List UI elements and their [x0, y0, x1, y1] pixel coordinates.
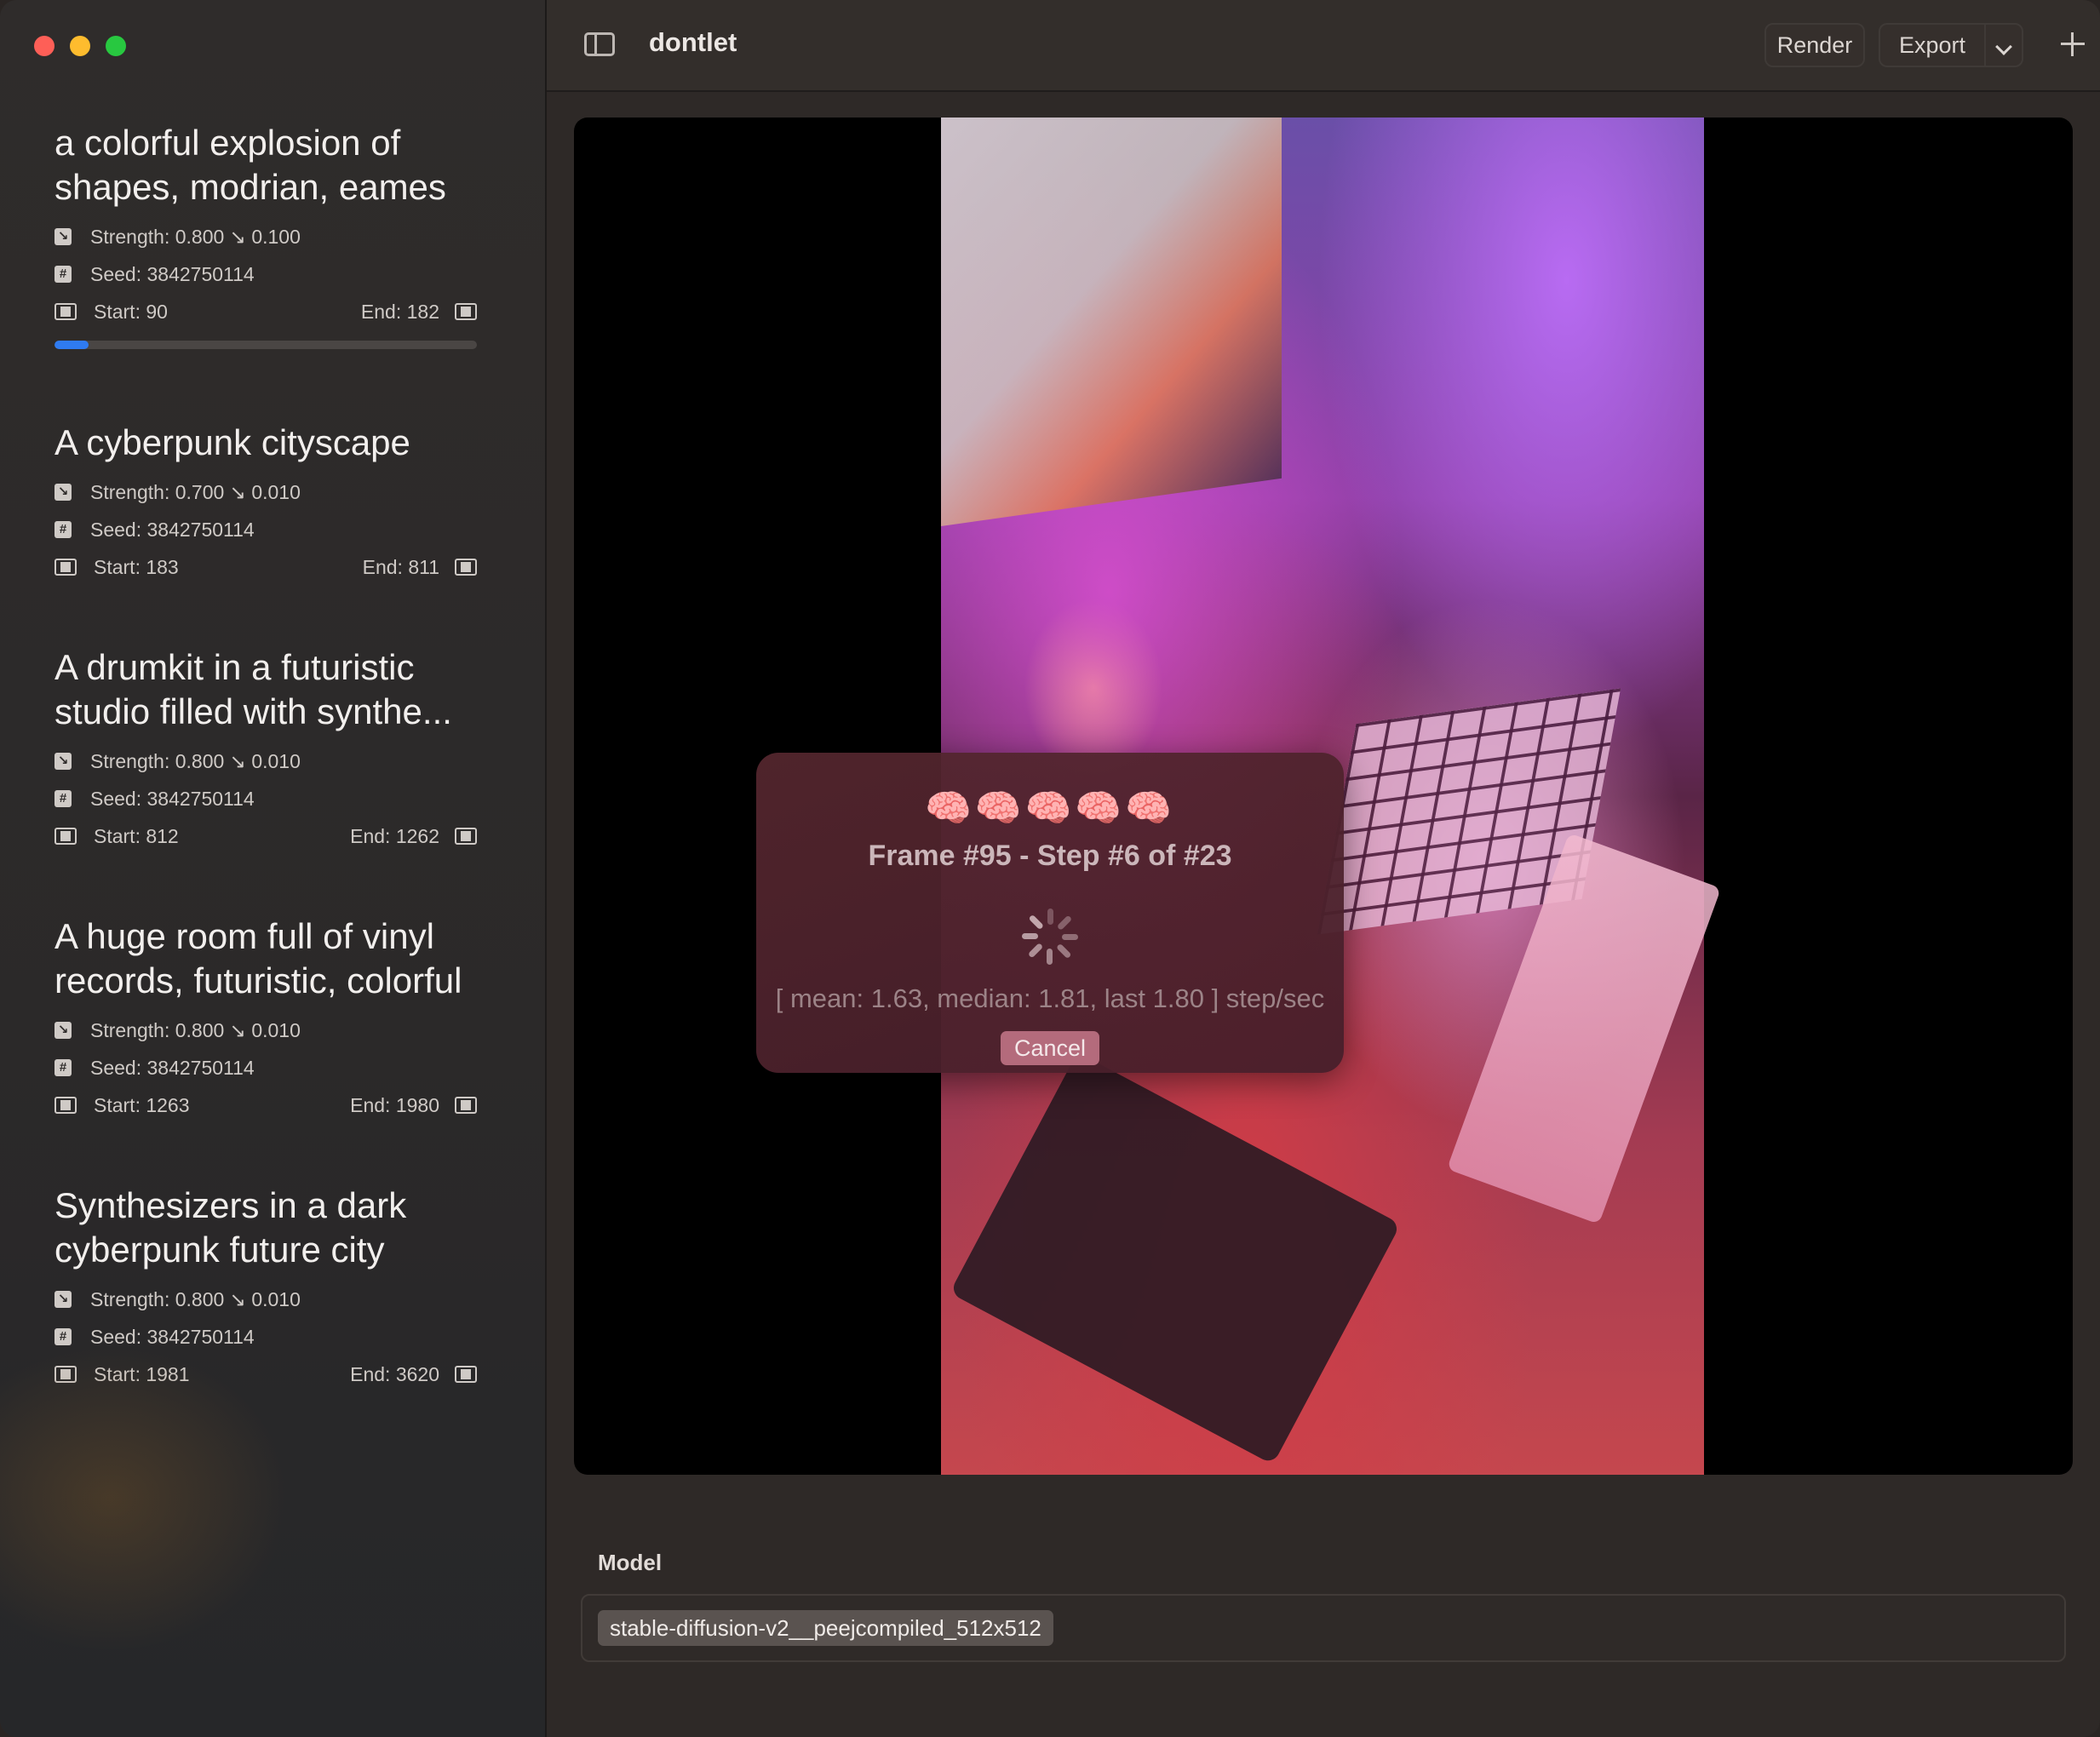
film-icon — [455, 828, 477, 845]
film-icon — [55, 303, 77, 320]
strength-icon: ↘ — [55, 1022, 72, 1039]
film-icon — [455, 1366, 477, 1383]
strength-value: Strength: 0.700 ↘ 0.010 — [90, 480, 301, 503]
minimize-window-button[interactable] — [70, 36, 90, 56]
strength-row: ↘ Strength: 0.800 ↘ 0.010 — [55, 742, 477, 780]
zoom-window-button[interactable] — [106, 36, 126, 56]
film-icon — [455, 1097, 477, 1114]
start-frame: Start: 1263 — [94, 1093, 190, 1116]
prompt-item[interactable]: Synthesizers in a dark cyberpunk future … — [55, 1184, 477, 1393]
strength-value: Strength: 0.800 ↘ 0.010 — [90, 749, 301, 772]
start-frame: Start: 183 — [94, 555, 179, 578]
seed-row: # Seed: 3842750114 — [55, 255, 477, 293]
window-controls — [34, 36, 126, 56]
strength-icon: ↘ — [55, 753, 72, 770]
hash-icon: # — [55, 1059, 72, 1076]
seed-row: # Seed: 3842750114 — [55, 511, 477, 548]
export-button[interactable]: Export — [1879, 23, 1984, 67]
frame-range-row: Start: 183 End: 811 — [55, 548, 477, 586]
strength-value: Strength: 0.800 ↘ 0.010 — [90, 1287, 301, 1310]
toolbar: dontlet Render Export — [547, 0, 2100, 92]
prompt-title: A huge room full of vinyl records, futur… — [55, 916, 462, 1000]
seed-row: # Seed: 3842750114 — [55, 1318, 477, 1356]
seed-value: Seed: 3842750114 — [90, 262, 255, 285]
start-frame: Start: 812 — [94, 824, 179, 847]
spinner-spoke — [1022, 933, 1038, 939]
model-field[interactable]: stable-diffusion-v2__peejcompiled_512x51… — [581, 1594, 2066, 1662]
model-label: Model — [598, 1550, 663, 1575]
seed-value: Seed: 3842750114 — [90, 787, 255, 810]
frame-range-row: Start: 1981 End: 3620 — [55, 1356, 477, 1393]
prompt-item[interactable]: A cyberpunk cityscape ↘ Strength: 0.700 … — [55, 421, 477, 586]
prompt-item[interactable]: a colorful explosion of shapes, modrian,… — [55, 121, 477, 330]
app-window: a colorful explosion of shapes, modrian,… — [0, 0, 2100, 1737]
film-icon — [455, 559, 477, 576]
prompt-title: a colorful explosion of shapes, modrian,… — [55, 123, 446, 207]
spinner-spoke — [1056, 914, 1073, 931]
end-frame: End: 1980 — [350, 1093, 439, 1116]
model-token[interactable]: stable-diffusion-v2__peejcompiled_512x51… — [598, 1610, 1053, 1646]
spinner-spoke — [1028, 914, 1044, 931]
loading-spinner-icon — [1022, 909, 1078, 965]
film-icon — [55, 1097, 77, 1114]
hash-icon: # — [55, 266, 72, 283]
prompt-title: A drumkit in a futuristic studio filled … — [55, 647, 452, 731]
seed-value: Seed: 3842750114 — [90, 1056, 255, 1079]
strength-row: ↘ Strength: 0.800 ↘ 0.010 — [55, 1012, 477, 1049]
strength-icon: ↘ — [55, 484, 72, 501]
frame-range-row: Start: 1263 End: 1980 — [55, 1086, 477, 1124]
chevron-down-icon — [1995, 38, 2012, 55]
spinner-spoke — [1047, 909, 1053, 925]
cancel-button[interactable]: Cancel — [1000, 1031, 1100, 1065]
start-frame: Start: 90 — [94, 300, 168, 323]
brain-emoji-row: 🧠🧠🧠🧠🧠 — [925, 788, 1175, 829]
render-progress-bar — [55, 341, 477, 349]
export-menu-button[interactable] — [1984, 23, 2023, 67]
strength-value: Strength: 0.800 ↘ 0.010 — [90, 1018, 301, 1041]
window-title: dontlet — [649, 27, 737, 57]
end-frame: End: 1262 — [350, 824, 439, 847]
sidebar: a colorful explosion of shapes, modrian,… — [0, 0, 547, 1737]
strength-icon: ↘ — [55, 228, 72, 245]
film-icon — [55, 1366, 77, 1383]
prompt-title: Synthesizers in a dark cyberpunk future … — [55, 1185, 407, 1270]
close-window-button[interactable] — [34, 36, 55, 56]
hash-icon: # — [55, 790, 72, 807]
seed-value: Seed: 3842750114 — [90, 1325, 255, 1348]
render-button[interactable]: Render — [1764, 23, 1865, 67]
seed-row: # Seed: 3842750114 — [55, 1049, 477, 1086]
prompt-item[interactable]: A drumkit in a futuristic studio filled … — [55, 645, 477, 855]
film-icon — [455, 303, 477, 320]
spinner-spoke — [1047, 949, 1053, 965]
strength-row: ↘ Strength: 0.800 ↘ 0.010 — [55, 1281, 477, 1318]
seed-row: # Seed: 3842750114 — [55, 780, 477, 817]
film-icon — [55, 828, 77, 845]
strength-row: ↘ Strength: 0.800 ↘ 0.100 — [55, 218, 477, 255]
frame-step-status: Frame #95 - Step #6 of #23 — [868, 840, 1232, 872]
progress-overlay: 🧠🧠🧠🧠🧠 Frame #95 - Step #6 of #23 [ mean:… — [756, 753, 1344, 1073]
start-frame: Start: 1981 — [94, 1362, 190, 1385]
hash-icon: # — [55, 521, 72, 538]
film-icon — [55, 559, 77, 576]
spinner-spoke — [1027, 943, 1044, 959]
strength-icon: ↘ — [55, 1291, 72, 1308]
strength-value: Strength: 0.800 ↘ 0.100 — [90, 225, 301, 248]
hash-icon: # — [55, 1328, 72, 1345]
end-frame: End: 811 — [362, 555, 439, 578]
end-frame: End: 3620 — [350, 1362, 439, 1385]
strength-row: ↘ Strength: 0.700 ↘ 0.010 — [55, 473, 477, 511]
prompt-title: A cyberpunk cityscape — [55, 422, 410, 462]
spinner-spoke — [1056, 943, 1072, 960]
spinner-spoke — [1062, 934, 1078, 940]
end-frame: End: 182 — [360, 300, 439, 323]
frame-range-row: Start: 90 End: 182 — [55, 293, 477, 330]
step-rate-stats: [ mean: 1.63, median: 1.81, last 1.80 ] … — [775, 983, 1325, 1013]
sidebar-toggle-icon[interactable] — [584, 32, 615, 56]
render-progress-fill — [55, 341, 89, 349]
seed-value: Seed: 3842750114 — [90, 518, 255, 541]
prompt-item[interactable]: A huge room full of vinyl records, futur… — [55, 914, 477, 1124]
plus-icon[interactable] — [2054, 26, 2091, 63]
frame-range-row: Start: 812 End: 1262 — [55, 817, 477, 855]
